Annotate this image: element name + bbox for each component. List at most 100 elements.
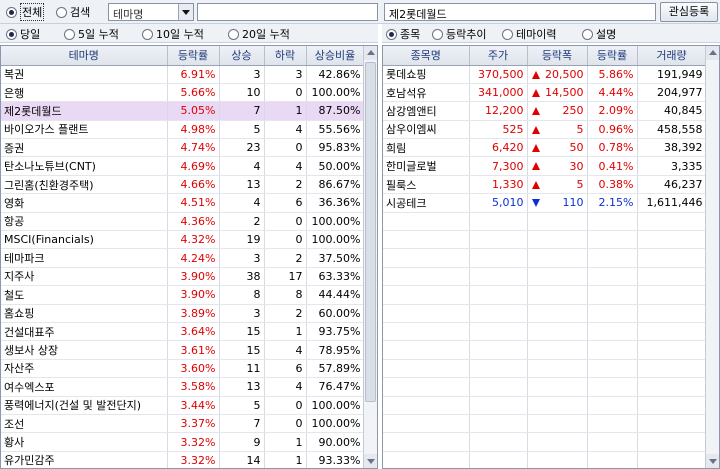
theme-name-cell[interactable]: 탄소나노튜브(CNT) bbox=[1, 156, 168, 176]
theme-name-cell[interactable]: 증권 bbox=[1, 138, 168, 158]
stock-name-cell[interactable]: 호남석유 bbox=[383, 83, 470, 103]
stock-name-cell[interactable]: 필룩스 bbox=[383, 175, 470, 195]
stock-name-cell[interactable]: 희림 bbox=[383, 138, 470, 158]
theme-name-cell[interactable]: 제2롯데월드 bbox=[1, 101, 168, 121]
table-row[interactable]: 유가민감주 3.32% 14 1 93.33% bbox=[1, 451, 365, 468]
radio-search-dot[interactable] bbox=[56, 6, 67, 18]
table-row[interactable]: 황사 3.32% 9 1 90.00% bbox=[1, 432, 365, 452]
view-description-dot[interactable] bbox=[582, 28, 593, 40]
theme-name-cell[interactable]: 자산주 bbox=[1, 359, 168, 379]
table-row[interactable]: 은행 5.66% 10 0 100.00% bbox=[1, 83, 365, 103]
theme-name-cell[interactable]: 바이오가스 플랜트 bbox=[1, 120, 168, 140]
stock-name-cell[interactable]: 삼강엠앤티 bbox=[383, 101, 470, 121]
table-row[interactable]: 그린홈(친환경주택) 4.66% 13 2 86.67% bbox=[1, 175, 365, 195]
table-row[interactable]: 삼강엠앤티 12,200 250 2.09% 40,845 bbox=[383, 101, 707, 121]
period-20day-dot[interactable] bbox=[228, 28, 239, 40]
period-10day[interactable]: 10일 누적 bbox=[142, 26, 204, 42]
theme-name-cell[interactable]: 건설대표주 bbox=[1, 322, 168, 342]
col-theme-name[interactable]: 테마명 bbox=[1, 46, 168, 66]
scroll-down-icon[interactable] bbox=[706, 454, 719, 468]
view-history-dot[interactable] bbox=[502, 28, 513, 40]
period-5day[interactable]: 5일 누적 bbox=[64, 26, 119, 42]
period-5day-dot[interactable] bbox=[64, 28, 75, 40]
table-row[interactable]: 여수엑스포 3.58% 13 4 76.47% bbox=[1, 377, 365, 397]
table-row[interactable]: 한미글로벌 7,300 30 0.41% 3,335 bbox=[383, 156, 707, 176]
table-row[interactable]: 생보사 상장 3.61% 15 4 78.95% bbox=[1, 340, 365, 360]
table-row[interactable]: 영화 4.51% 4 6 36.36% bbox=[1, 193, 365, 213]
col-stock-volume[interactable]: 거래량 bbox=[637, 46, 707, 66]
scroll-up-icon[interactable] bbox=[364, 46, 377, 60]
scroll-down-icon[interactable] bbox=[364, 454, 377, 468]
theme-name-cell[interactable]: 그린홈(친환경주택) bbox=[1, 175, 168, 195]
radio-search[interactable]: 검색 bbox=[56, 4, 90, 20]
theme-name-cell[interactable]: 철도 bbox=[1, 285, 168, 305]
view-trend-dot[interactable] bbox=[432, 28, 443, 40]
interest-register-button[interactable]: 관심등록 bbox=[660, 2, 718, 22]
table-row[interactable]: 제2롯데월드 5.05% 7 1 87.50% bbox=[1, 101, 365, 121]
table-row[interactable]: 자산주 3.60% 11 6 57.89% bbox=[1, 359, 365, 379]
table-row[interactable]: 지주사 3.90% 38 17 63.33% bbox=[1, 267, 365, 287]
view-stocks-dot[interactable] bbox=[386, 28, 397, 40]
theme-name-cell[interactable]: 은행 bbox=[1, 83, 168, 103]
table-row[interactable]: 희림 6,420 50 0.78% 38,392 bbox=[383, 138, 707, 158]
theme-name-cell[interactable]: 영화 bbox=[1, 193, 168, 213]
period-today[interactable]: 당일 bbox=[6, 26, 40, 42]
col-theme-ratio[interactable]: 상승비율 bbox=[306, 46, 365, 66]
theme-name-cell[interactable]: 여수엑스포 bbox=[1, 377, 168, 397]
table-row[interactable]: 조선 3.37% 7 0 100.00% bbox=[1, 414, 365, 434]
col-stock-price[interactable]: 주가 bbox=[469, 46, 528, 66]
period-today-dot[interactable] bbox=[6, 28, 17, 40]
col-theme-up[interactable]: 상승 bbox=[219, 46, 265, 66]
col-theme-rate[interactable]: 등락률 bbox=[167, 46, 220, 66]
table-row[interactable]: 복권 6.91% 3 3 42.86% bbox=[1, 65, 365, 84]
stock-name-cell[interactable]: 한미글로벌 bbox=[383, 156, 470, 176]
col-stock-rate[interactable]: 등락률 bbox=[587, 46, 638, 66]
theme-name-cell[interactable]: 생보사 상장 bbox=[1, 340, 168, 360]
table-row[interactable]: 삼우이엠씨 525 5 0.96% 458,558 bbox=[383, 120, 707, 140]
theme-name-combo[interactable]: 테마명 bbox=[108, 3, 194, 21]
table-row[interactable]: 증권 4.74% 23 0 95.83% bbox=[1, 138, 365, 158]
period-10day-dot[interactable] bbox=[142, 28, 153, 40]
col-theme-down[interactable]: 하락 bbox=[264, 46, 307, 66]
period-20day[interactable]: 20일 누적 bbox=[228, 26, 290, 42]
scroll-up-icon[interactable] bbox=[706, 46, 719, 60]
table-row[interactable]: 필룩스 1,330 5 0.38% 46,237 bbox=[383, 175, 707, 195]
table-row[interactable]: 항공 4.36% 2 0 100.00% bbox=[1, 212, 365, 232]
theme-name-cell[interactable]: 조선 bbox=[1, 414, 168, 434]
view-trend[interactable]: 등락추이 bbox=[432, 26, 486, 42]
stock-name-cell[interactable]: 삼우이엠씨 bbox=[383, 120, 470, 140]
table-row[interactable]: MSCI(Financials) 4.32% 19 0 100.00% bbox=[1, 230, 365, 250]
theme-name-cell[interactable]: 홈쇼핑 bbox=[1, 304, 168, 323]
search-input[interactable] bbox=[197, 3, 378, 21]
radio-all-dot[interactable] bbox=[6, 6, 17, 18]
table-row[interactable]: 호남석유 341,000 14,500 4.44% 204,977 bbox=[383, 83, 707, 103]
col-stock-change[interactable]: 등락폭 bbox=[527, 46, 588, 66]
col-stock-name[interactable]: 종목명 bbox=[383, 46, 470, 66]
table-row[interactable]: 바이오가스 플랜트 4.98% 5 4 55.56% bbox=[1, 120, 365, 140]
theme-list-scrollbar[interactable] bbox=[363, 46, 377, 468]
theme-name-cell[interactable]: 테마파크 bbox=[1, 248, 168, 268]
table-row[interactable]: 철도 3.90% 8 8 44.44% bbox=[1, 285, 365, 305]
theme-name-cell[interactable]: 풍력에너지(건설 및 발전단지) bbox=[1, 396, 168, 415]
table-row[interactable]: 롯데쇼핑 370,500 20,500 5.86% 191,949 bbox=[383, 65, 707, 84]
stock-name-cell[interactable]: 롯데쇼핑 bbox=[383, 65, 470, 84]
table-row[interactable]: 풍력에너지(건설 및 발전단지) 3.44% 5 0 100.00% bbox=[1, 396, 365, 415]
theme-name-cell[interactable]: 황사 bbox=[1, 432, 168, 452]
stock-list-scrollbar[interactable] bbox=[705, 46, 719, 468]
table-row[interactable]: 탄소나노튜브(CNT) 4.69% 4 4 50.00% bbox=[1, 156, 365, 176]
table-row[interactable]: 홈쇼핑 3.89% 3 2 60.00% bbox=[1, 304, 365, 323]
stock-name-cell[interactable]: 시공테크 bbox=[383, 193, 470, 213]
table-row[interactable]: 테마파크 4.24% 3 2 37.50% bbox=[1, 248, 365, 268]
view-description[interactable]: 설명 bbox=[582, 26, 616, 42]
radio-all[interactable]: 전체 bbox=[6, 3, 45, 21]
theme-name-cell[interactable]: 항공 bbox=[1, 212, 168, 232]
table-row[interactable]: 시공테크 5,010 110 2.15% 1,611,446 bbox=[383, 193, 707, 213]
theme-name-cell[interactable]: 복권 bbox=[1, 65, 168, 84]
scroll-thumb[interactable] bbox=[365, 62, 376, 402]
theme-name-cell[interactable]: 지주사 bbox=[1, 267, 168, 287]
view-history[interactable]: 테마이력 bbox=[502, 26, 556, 42]
chevron-down-icon[interactable] bbox=[178, 4, 193, 20]
view-stocks[interactable]: 종목 bbox=[386, 26, 420, 42]
theme-name-cell[interactable]: MSCI(Financials) bbox=[1, 230, 168, 250]
theme-name-cell[interactable]: 유가민감주 bbox=[1, 451, 168, 468]
